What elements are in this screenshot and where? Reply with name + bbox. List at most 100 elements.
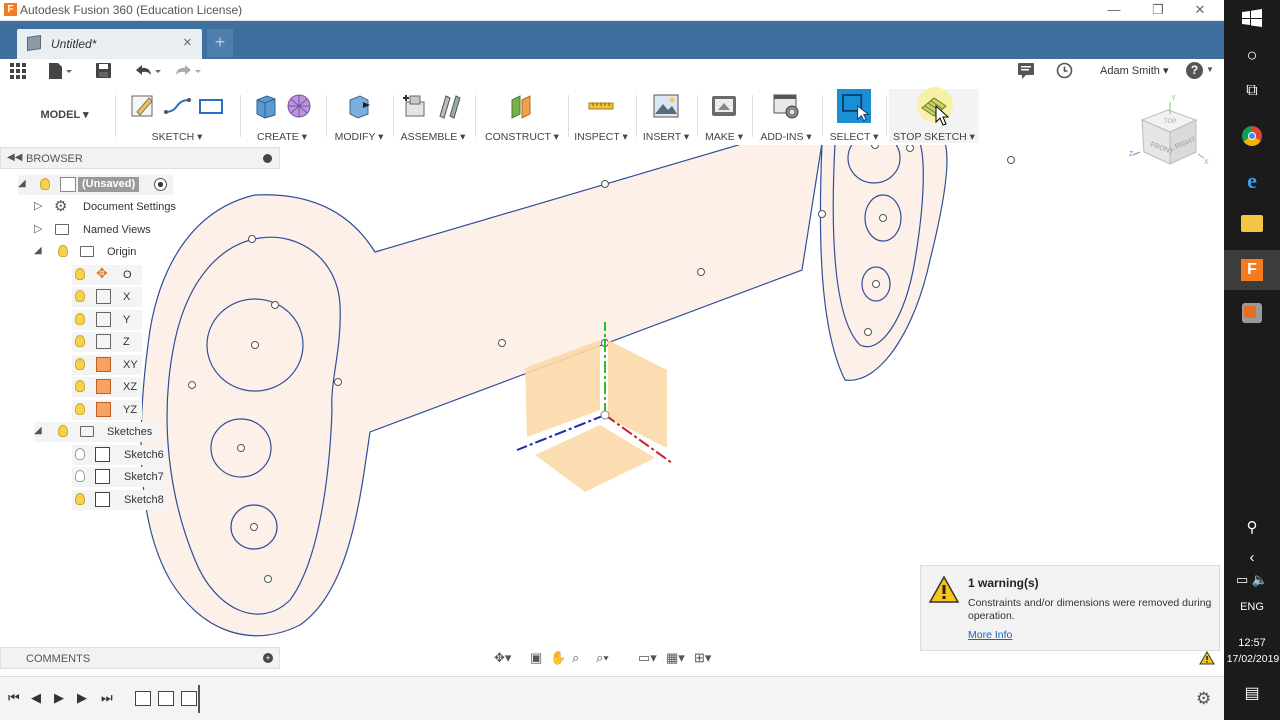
minimize-button[interactable]: —: [1092, 0, 1136, 21]
user-account-menu[interactable]: Adam Smith ▾: [1100, 64, 1169, 77]
collapse-browser-icon[interactable]: ◀◀: [7, 152, 22, 163]
redo-icon[interactable]: [173, 62, 203, 80]
visibility-bulb-icon[interactable]: [75, 358, 85, 370]
input-language[interactable]: ENG: [1224, 601, 1280, 613]
add-ins-group[interactable]: ADD-INS ▾: [756, 89, 816, 143]
task-view-icon[interactable]: ⧉: [1224, 82, 1280, 100]
browser-panel-header[interactable]: ◀◀ BROWSER: [0, 147, 280, 169]
insert-group[interactable]: INSERT ▾: [639, 89, 693, 143]
more-info-link[interactable]: More Info: [968, 629, 1012, 641]
windows-start-icon[interactable]: [1242, 9, 1262, 27]
visibility-bulb-icon[interactable]: [75, 380, 85, 392]
help-icon[interactable]: ?: [1186, 62, 1203, 79]
show-hidden-icons-icon[interactable]: ‹: [1224, 549, 1280, 566]
minimize-browser-icon[interactable]: [263, 154, 272, 163]
visibility-bulb-icon[interactable]: [75, 403, 85, 415]
cortana-search-icon[interactable]: ○: [1224, 45, 1280, 66]
browser-item-document-settings[interactable]: ▷ ⚙ Document Settings: [34, 197, 176, 217]
construct-group[interactable]: CONSTRUCT ▾: [478, 89, 566, 143]
line-icon[interactable]: [163, 92, 191, 120]
viewcube-top-label[interactable]: TOP: [1164, 119, 1176, 125]
visibility-bulb-icon[interactable]: [40, 178, 50, 190]
viewcube[interactable]: FRONT RIGHT TOP Y Z X: [1128, 92, 1214, 172]
collapse-triangle-icon[interactable]: ◢: [34, 245, 42, 256]
press-pull-icon[interactable]: [345, 92, 373, 120]
browser-root-node[interactable]: ◢ (Unsaved): [18, 175, 173, 195]
step-back-icon[interactable]: ◀: [31, 690, 41, 706]
file-explorer-icon[interactable]: [1241, 215, 1263, 232]
rectangle-icon[interactable]: [197, 92, 225, 120]
3d-print-icon[interactable]: [710, 92, 738, 120]
timeline-marker[interactable]: [198, 685, 200, 713]
sketch-group[interactable]: SKETCH ▾: [118, 89, 236, 143]
workspace-switcher[interactable]: MODEL ▾: [22, 108, 107, 121]
inspect-group[interactable]: INSPECT ▾: [571, 89, 631, 143]
make-group[interactable]: MAKE ▾: [700, 89, 748, 143]
clock-date[interactable]: 17/02/2019: [1224, 653, 1280, 665]
timeline-sketch-icon[interactable]: [181, 691, 197, 706]
clock-time[interactable]: 12:57: [1224, 637, 1280, 649]
expand-triangle-icon[interactable]: ▷: [34, 222, 42, 235]
visibility-bulb-icon[interactable]: [75, 493, 85, 505]
viewports-icon[interactable]: ⊞▾: [694, 650, 711, 666]
visibility-bulb-icon[interactable]: [75, 448, 85, 460]
go-to-end-icon[interactable]: ⏭: [101, 690, 113, 706]
insert-image-icon[interactable]: [652, 92, 680, 120]
activate-radio-icon[interactable]: [154, 178, 167, 191]
help-dropdown-icon[interactable]: ▼: [1206, 65, 1214, 74]
battery-volume-icons[interactable]: ▭ 🔈: [1224, 572, 1280, 588]
browser-item-xz-plane[interactable]: XZ: [72, 377, 142, 397]
warning-indicator-icon[interactable]: [1199, 651, 1215, 665]
zoom-icon[interactable]: ⌕: [572, 650, 579, 666]
grid-icon[interactable]: ▦▾: [666, 650, 685, 666]
file-menu-icon[interactable]: [47, 62, 73, 80]
modify-group[interactable]: MODIFY ▾: [329, 89, 389, 143]
assemble-group[interactable]: ASSEMBLE ▾: [396, 89, 470, 143]
browser-item-x-axis[interactable]: X: [72, 287, 142, 307]
collapse-triangle-icon[interactable]: ◢: [34, 425, 42, 436]
root-component-label[interactable]: (Unsaved): [78, 177, 140, 192]
close-tab-button[interactable]: ×: [183, 34, 192, 51]
browser-item-sketch6[interactable]: Sketch6: [72, 445, 167, 465]
step-forward-icon[interactable]: ▶: [77, 690, 87, 706]
browser-item-named-views[interactable]: ▷ Named Views: [34, 220, 174, 240]
play-icon[interactable]: ▶: [54, 690, 64, 706]
visibility-bulb-icon[interactable]: [75, 313, 85, 325]
measure-icon[interactable]: [587, 92, 615, 120]
collapse-triangle-icon[interactable]: ◢: [18, 178, 26, 189]
origin-planes[interactable]: [525, 340, 667, 492]
clock-icon[interactable]: [1056, 62, 1073, 79]
go-to-start-icon[interactable]: ⏮: [8, 690, 20, 706]
pan-icon[interactable]: ✋: [550, 650, 566, 666]
select-group[interactable]: SELECT ▾: [826, 89, 882, 143]
timeline-settings-gear-icon[interactable]: ⚙: [1196, 689, 1211, 709]
offset-plane-icon[interactable]: [508, 92, 536, 120]
create-group[interactable]: CREATE ▾: [243, 89, 321, 143]
scripts-addins-icon[interactable]: [772, 92, 800, 120]
save-icon[interactable]: [95, 62, 112, 79]
visibility-bulb-icon[interactable]: [58, 245, 68, 257]
fusion-360-taskbar-icon[interactable]: F: [1241, 259, 1263, 281]
browser-item-origin-point[interactable]: ✥ O: [72, 265, 142, 285]
joint-icon[interactable]: [436, 92, 464, 120]
browser-item-y-axis[interactable]: Y: [72, 310, 142, 330]
visibility-bulb-icon[interactable]: [75, 335, 85, 347]
timeline-sketch-icon[interactable]: [158, 691, 174, 706]
display-settings-icon[interactable]: ▭▾: [638, 650, 657, 666]
browser-item-origin[interactable]: ◢ Origin: [34, 242, 174, 262]
visibility-bulb-icon[interactable]: [75, 470, 85, 482]
undo-icon[interactable]: [133, 62, 163, 80]
visibility-bulb-icon[interactable]: [75, 290, 85, 302]
fit-icon[interactable]: ⌕▾: [596, 650, 609, 666]
people-icon[interactable]: ⚲: [1224, 518, 1280, 536]
new-component-icon[interactable]: [402, 92, 430, 120]
add-comment-icon[interactable]: +: [263, 653, 273, 663]
pattern-icon[interactable]: [285, 92, 313, 120]
job-status-icon[interactable]: [1017, 62, 1035, 79]
browser-item-sketch7[interactable]: Sketch7: [72, 467, 167, 487]
restore-button[interactable]: ❐: [1136, 0, 1180, 21]
browser-item-xy-plane[interactable]: XY: [72, 355, 142, 375]
comments-panel-header[interactable]: COMMENTS +: [0, 647, 280, 669]
internet-explorer-icon[interactable]: e: [1224, 168, 1280, 194]
browser-item-sketch8[interactable]: Sketch8: [72, 490, 167, 510]
